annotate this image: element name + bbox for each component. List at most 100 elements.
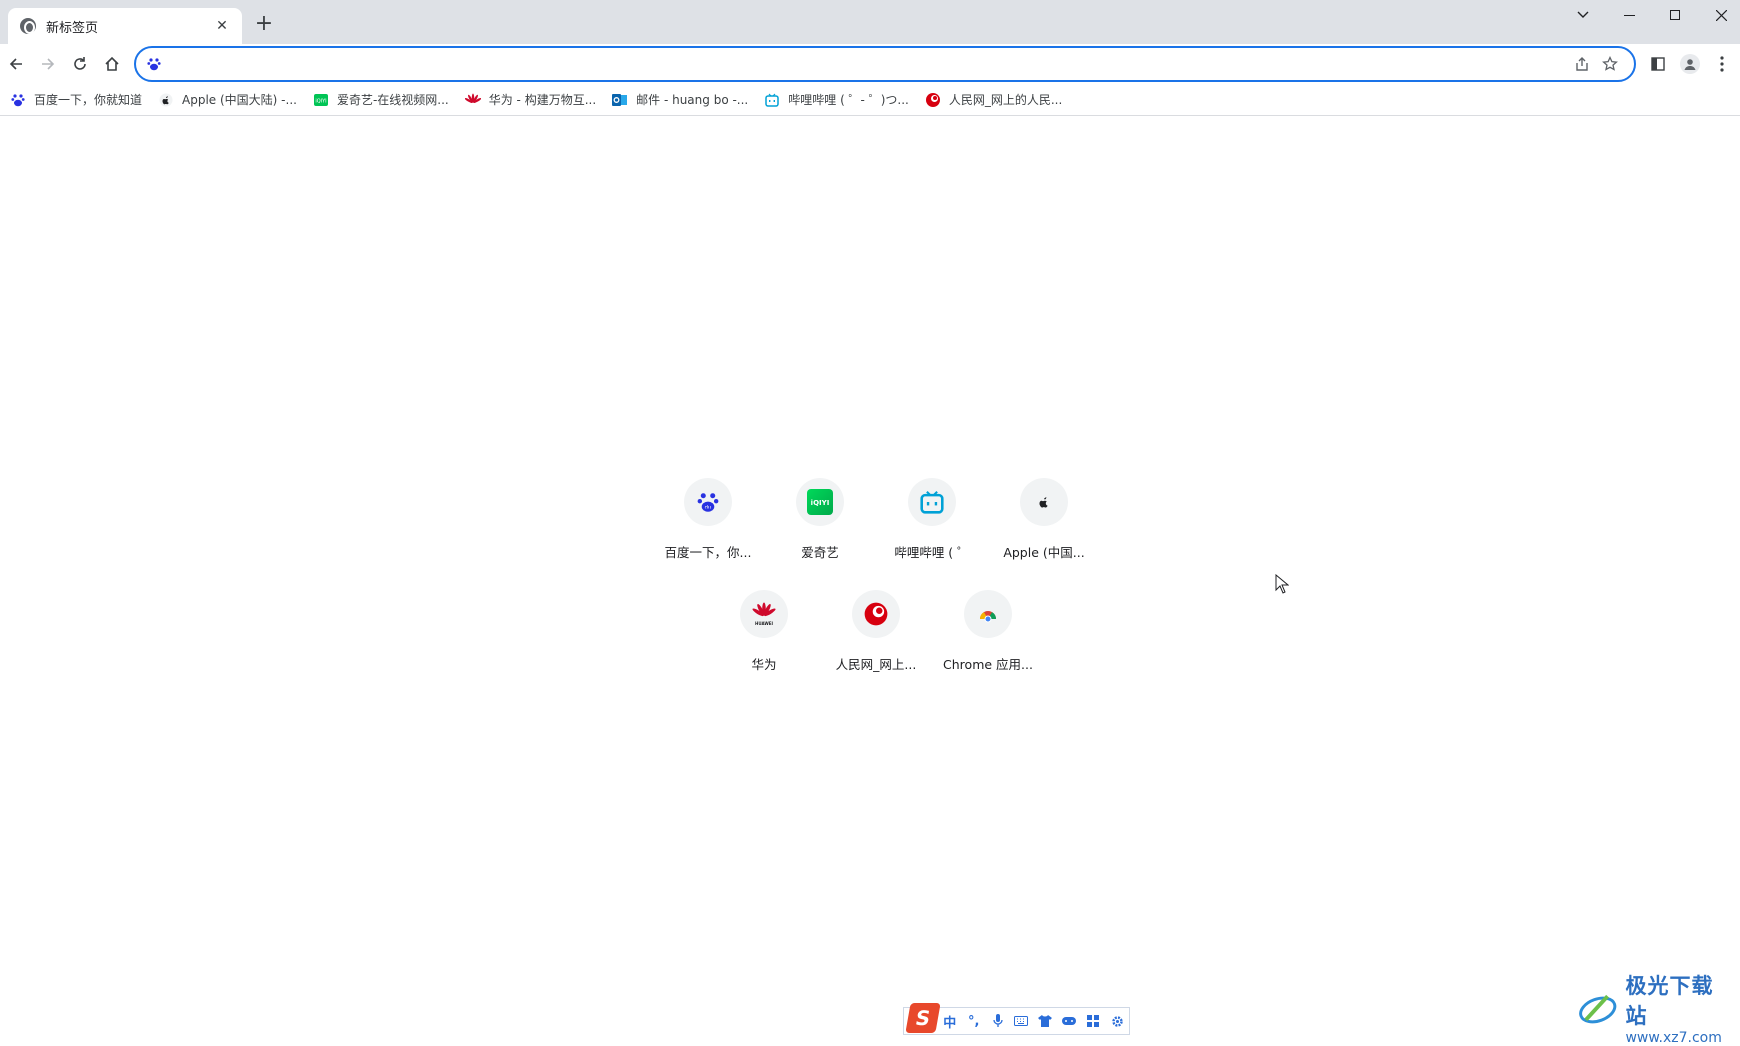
back-button[interactable] <box>0 48 32 80</box>
arrow-left-icon <box>9 58 22 70</box>
sogou-logo-icon[interactable]: S <box>905 1003 941 1033</box>
shortcut-label: Apple (中国... <box>1003 545 1085 560</box>
share-icon[interactable] <box>1568 50 1596 78</box>
apps-grid-icon <box>1087 1015 1100 1027</box>
profile-button[interactable] <box>1674 48 1706 80</box>
baidu-icon <box>10 92 26 108</box>
bookmark-baidu[interactable]: 百度一下，你就知道 <box>8 86 150 114</box>
apple-icon <box>1039 497 1048 508</box>
baidu-icon <box>146 56 162 72</box>
shortcuts-grid: du 百度一下，你... iQIYI 爱奇艺 哔哩哔哩 ( ゜ Apple (中… <box>644 470 1108 694</box>
baidu-icon: du <box>697 493 719 512</box>
forward-button[interactable] <box>32 48 64 80</box>
home-icon <box>105 56 119 71</box>
tab-strip: 新标签页 ✕ + <box>0 0 1740 44</box>
shortcut-people[interactable]: 人民网_网上... <box>820 582 932 694</box>
site-watermark: 极光下载站 www.xz7.com <box>1578 974 1734 1046</box>
minimize-icon <box>1623 14 1635 16</box>
shortcut-tile: iQIYI <box>796 478 844 526</box>
shortcuts-row: HUAWEI 华为 人民网_网上... Chrome 应用... <box>644 582 1108 694</box>
bookmark-people[interactable]: 人民网_网上的人民... <box>923 86 1070 114</box>
gamepad-icon <box>1062 1017 1077 1025</box>
bookmark-label: Apple (中国大陆) -... <box>182 93 297 107</box>
shortcut-label: 人民网_网上... <box>835 657 917 672</box>
bookmark-huawei[interactable]: 华为 - 构建万物互... <box>463 86 604 114</box>
ime-chinese-mode[interactable]: 中 <box>938 1009 962 1033</box>
watermark-url: www.xz7.com <box>1625 1030 1722 1046</box>
shortcut-baidu[interactable]: du 百度一下，你... <box>652 470 764 582</box>
address-input[interactable] <box>172 56 1568 72</box>
people-icon <box>925 92 941 108</box>
tab-title: 新标签页 <box>46 20 99 36</box>
bookmark-outlook[interactable]: 邮件 - huang bo -... <box>610 86 756 114</box>
bookmarks-bar: 百度一下，你就知道 Apple (中国大陆) -... iQIYI 爱奇艺-在线… <box>0 84 1740 116</box>
bookmark-star-icon[interactable] <box>1596 50 1624 78</box>
bookmark-iqiyi[interactable]: iQIYI 爱奇艺-在线视频网... <box>311 86 457 114</box>
chevron-down-icon <box>1577 11 1589 18</box>
ime-skin[interactable] <box>1033 1009 1057 1033</box>
minimize-button[interactable] <box>1606 0 1652 30</box>
shortcut-tile <box>1020 478 1068 526</box>
ime-keyboard[interactable] <box>1010 1009 1034 1033</box>
svg-text:iQIYI: iQIYI <box>315 98 326 104</box>
ime-toolbox[interactable] <box>1081 1009 1105 1033</box>
shortcut-label: 华为 <box>751 657 777 672</box>
shortcut-label: 哔哩哔哩 ( ゜ <box>894 545 970 560</box>
shortcut-bilibili[interactable]: 哔哩哔哩 ( ゜ <box>876 470 988 582</box>
watermark-logo-icon <box>1579 994 1617 1024</box>
shortcut-huawei[interactable]: HUAWEI 华为 <box>708 582 820 694</box>
bookmark-apple[interactable]: Apple (中国大陆) -... <box>156 86 305 114</box>
iqiyi-icon: iQIYI <box>313 92 329 108</box>
maximize-icon <box>1670 10 1680 20</box>
svg-text:HUAWEI: HUAWEI <box>755 621 774 626</box>
close-window-button[interactable] <box>1698 0 1740 30</box>
side-panel-icon <box>1651 57 1665 71</box>
shortcut-iqiyi[interactable]: iQIYI 爱奇艺 <box>764 470 876 582</box>
shortcut-tile <box>908 478 956 526</box>
side-panel-button[interactable] <box>1642 48 1674 80</box>
shortcut-tile: du <box>684 478 732 526</box>
mouse-cursor-icon <box>1275 574 1289 594</box>
ime-game[interactable] <box>1057 1009 1081 1033</box>
home-button[interactable] <box>96 48 128 80</box>
watermark-name: 极光下载站 <box>1625 974 1714 1028</box>
tab-search-button[interactable] <box>1560 0 1606 30</box>
bilibili-icon <box>764 92 780 108</box>
bookmark-label: 人民网_网上的人民... <box>948 93 1063 107</box>
ime-mic[interactable] <box>986 1009 1010 1033</box>
person-icon <box>1684 59 1696 70</box>
arrow-right-icon <box>42 58 55 70</box>
svg-text:du: du <box>705 505 712 511</box>
svg-text:iQIYI: iQIYI <box>811 499 830 507</box>
shortcut-label: 百度一下，你... <box>664 545 752 560</box>
tab-close-icon[interactable]: ✕ <box>212 16 232 36</box>
reload-icon <box>74 57 86 70</box>
shortcut-tile <box>964 590 1012 638</box>
new-tab-button[interactable]: + <box>252 12 276 36</box>
ime-settings[interactable] <box>1105 1009 1129 1033</box>
shortcuts-row: du 百度一下，你... iQIYI 爱奇艺 哔哩哔哩 ( ゜ Apple (中… <box>644 470 1108 582</box>
menu-button[interactable] <box>1706 48 1738 80</box>
watermark-text: 极光下载站 www.xz7.com <box>1625 970 1734 1046</box>
reload-button[interactable] <box>64 48 96 80</box>
apple-icon <box>158 92 174 108</box>
gear-icon <box>1111 1015 1123 1027</box>
bookmark-bilibili[interactable]: 哔哩哔哩 ( ゜- ゜)つ... <box>762 86 917 114</box>
shirt-icon <box>1038 1015 1053 1027</box>
ime-punctuation[interactable]: °, <box>962 1009 986 1033</box>
bookmark-label: 华为 - 构建万物互... <box>488 93 597 107</box>
maximize-button[interactable] <box>1652 0 1698 30</box>
address-bar[interactable] <box>134 46 1636 82</box>
shortcut-chrome-apps[interactable]: Chrome 应用... <box>932 582 1044 694</box>
people-icon <box>864 602 888 626</box>
bookmark-label: 百度一下，你就知道 <box>34 93 143 107</box>
shortcut-label: Chrome 应用... <box>943 657 1033 672</box>
shortcut-label: 爱奇艺 <box>801 545 839 560</box>
active-tab[interactable]: 新标签页 ✕ <box>8 8 242 44</box>
shortcut-apple[interactable]: Apple (中国... <box>988 470 1100 582</box>
more-vert-icon <box>1720 56 1724 72</box>
bilibili-icon <box>920 490 944 514</box>
bookmark-label: 爱奇艺-在线视频网... <box>336 93 449 107</box>
bookmark-label: 哔哩哔哩 ( ゜- ゜)つ... <box>788 93 909 107</box>
close-icon <box>1715 9 1727 21</box>
